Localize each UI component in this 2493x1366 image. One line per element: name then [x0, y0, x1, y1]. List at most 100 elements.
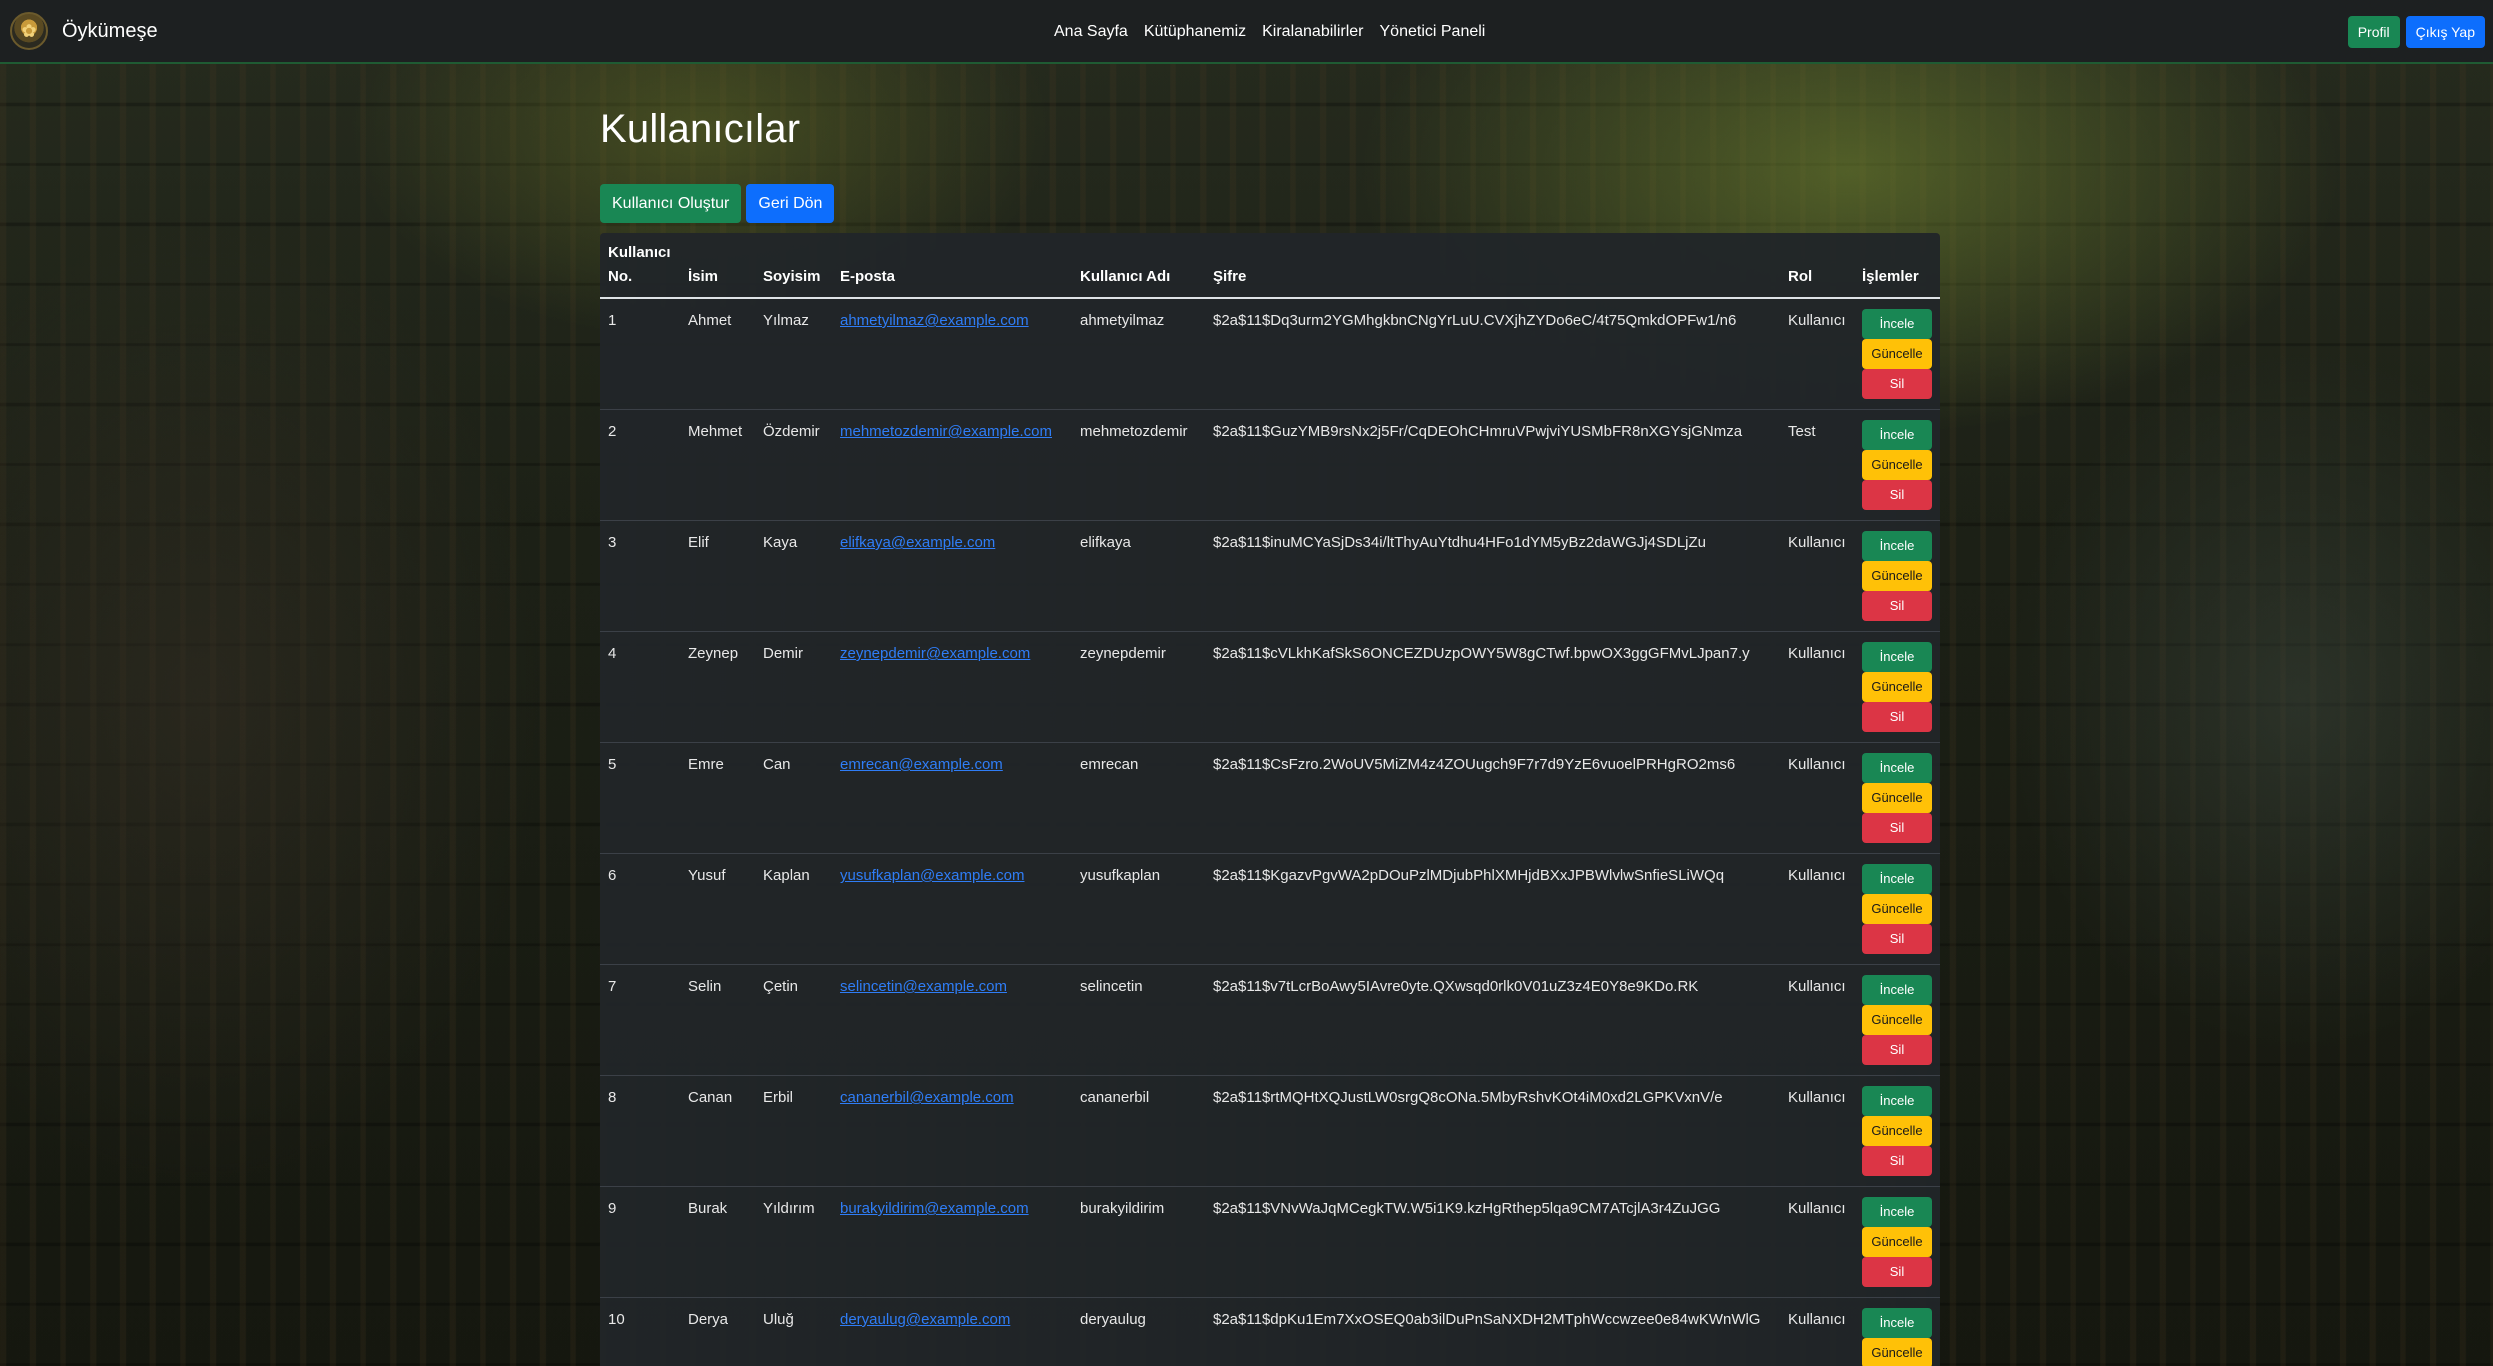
update-button[interactable]: Güncelle [1862, 1005, 1932, 1035]
cell-role: Test [1780, 409, 1854, 521]
cell-user-no: 1 [600, 298, 680, 410]
update-button[interactable]: Güncelle [1862, 450, 1932, 480]
cell-surname: Çetin [755, 964, 832, 1076]
cell-email: selincetin@example.com [832, 964, 1072, 1076]
delete-button[interactable]: Sil [1862, 369, 1932, 399]
cell-password: $2a$11$KgazvPgvWA2pDOuPzlMDjubPhlXMHjdBX… [1205, 853, 1780, 965]
header-username: Kullanıcı Adı [1072, 233, 1205, 299]
email-link[interactable]: burakyildirim@example.com [840, 1200, 1029, 1217]
update-button[interactable]: Güncelle [1862, 1116, 1932, 1146]
cell-surname: Kaplan [755, 853, 832, 965]
delete-button[interactable]: Sil [1862, 813, 1932, 843]
cell-name: Yusuf [680, 853, 755, 965]
delete-button[interactable]: Sil [1862, 702, 1932, 732]
nav-link-admin-panel[interactable]: Yönetici Paneli [1380, 23, 1486, 41]
header-password: Şifre [1205, 233, 1780, 299]
cell-role: Kullanıcı [1780, 1075, 1854, 1187]
cell-role: Kullanıcı [1780, 742, 1854, 854]
cell-name: Derya [680, 1297, 755, 1366]
cell-name: Zeynep [680, 631, 755, 743]
update-button[interactable]: Güncelle [1862, 339, 1932, 369]
update-button[interactable]: Güncelle [1862, 561, 1932, 591]
top-navbar: ✿ Öykümeşe Ana Sayfa Kütüphanemiz Kirala… [0, 0, 2493, 64]
cell-user-no: 7 [600, 964, 680, 1076]
table-row: 2 Mehmet Özdemir mehmetozdemir@example.c… [600, 409, 1940, 521]
email-link[interactable]: ahmetyilmaz@example.com [840, 312, 1029, 329]
email-link[interactable]: selincetin@example.com [840, 978, 1007, 995]
back-button[interactable]: Geri Dön [746, 184, 835, 223]
cell-email: emrecan@example.com [832, 742, 1072, 854]
brand[interactable]: ✿ Öykümeşe [10, 12, 158, 50]
nav-link-library[interactable]: Kütüphanemiz [1144, 23, 1246, 41]
view-button[interactable]: İncele [1862, 864, 1932, 894]
view-button[interactable]: İncele [1862, 309, 1932, 339]
header-name: İsim [680, 233, 755, 299]
email-link[interactable]: emrecan@example.com [840, 756, 1003, 773]
delete-button[interactable]: Sil [1862, 1257, 1932, 1287]
row-operations: İncele Güncelle Sil [1862, 1308, 1932, 1366]
cell-operations: İncele Güncelle Sil [1854, 1186, 1940, 1298]
cell-password: $2a$11$dpKu1Em7XxOSEQ0ab3ilDuPnSaNXDH2MT… [1205, 1297, 1780, 1366]
cell-username: mehmetozdemir [1072, 409, 1205, 521]
view-button[interactable]: İncele [1862, 420, 1932, 450]
cell-name: Burak [680, 1186, 755, 1298]
update-button[interactable]: Güncelle [1862, 894, 1932, 924]
email-link[interactable]: cananerbil@example.com [840, 1089, 1014, 1106]
delete-button[interactable]: Sil [1862, 1146, 1932, 1176]
email-link[interactable]: mehmetozdemir@example.com [840, 423, 1052, 440]
cell-password: $2a$11$GuzYMB9rsNx2j5Fr/CqDEOhCHmruVPwjv… [1205, 409, 1780, 521]
cell-role: Kullanıcı [1780, 520, 1854, 632]
view-button[interactable]: İncele [1862, 642, 1932, 672]
update-button[interactable]: Güncelle [1862, 672, 1932, 702]
table-row: 5 Emre Can emrecan@example.com emrecan $… [600, 742, 1940, 854]
view-button[interactable]: İncele [1862, 1086, 1932, 1116]
cell-name: Mehmet [680, 409, 755, 521]
row-operations: İncele Güncelle Sil [1862, 309, 1932, 399]
table-header: Kullanıcı No. İsim Soyisim E-posta Kulla… [600, 233, 1940, 299]
update-button[interactable]: Güncelle [1862, 783, 1932, 813]
cell-name: Canan [680, 1075, 755, 1187]
table-row: 4 Zeynep Demir zeynepdemir@example.com z… [600, 631, 1940, 743]
cell-user-no: 8 [600, 1075, 680, 1187]
delete-button[interactable]: Sil [1862, 924, 1932, 954]
profile-button[interactable]: Profil [2347, 16, 2400, 48]
cell-username: deryaulug [1072, 1297, 1205, 1366]
cell-operations: İncele Güncelle Sil [1854, 520, 1940, 632]
cell-name: Ahmet [680, 298, 755, 410]
nav-link-rentables[interactable]: Kiralanabilirler [1262, 23, 1363, 41]
view-button[interactable]: İncele [1862, 531, 1932, 561]
cell-username: ahmetyilmaz [1072, 298, 1205, 410]
table-header-row: Kullanıcı No. İsim Soyisim E-posta Kulla… [600, 233, 1940, 299]
view-button[interactable]: İncele [1862, 1308, 1932, 1338]
logout-button[interactable]: Çıkış Yap [2405, 16, 2485, 48]
cell-operations: İncele Güncelle Sil [1854, 1297, 1940, 1366]
cell-name: Elif [680, 520, 755, 632]
delete-button[interactable]: Sil [1862, 480, 1932, 510]
cell-role: Kullanıcı [1780, 964, 1854, 1076]
view-button[interactable]: İncele [1862, 753, 1932, 783]
table-body: 1 Ahmet Yılmaz ahmetyilmaz@example.com a… [600, 298, 1940, 1366]
delete-button[interactable]: Sil [1862, 1035, 1932, 1065]
view-button[interactable]: İncele [1862, 975, 1932, 1005]
cell-surname: Erbil [755, 1075, 832, 1187]
nav-link-home[interactable]: Ana Sayfa [1054, 23, 1128, 41]
email-link[interactable]: deryaulug@example.com [840, 1311, 1010, 1328]
cell-role: Kullanıcı [1780, 853, 1854, 965]
update-button[interactable]: Güncelle [1862, 1338, 1932, 1366]
cell-operations: İncele Güncelle Sil [1854, 298, 1940, 410]
users-table: Kullanıcı No. İsim Soyisim E-posta Kulla… [600, 233, 1940, 1366]
cell-user-no: 2 [600, 409, 680, 521]
table-row: 10 Derya Uluğ deryaulug@example.com dery… [600, 1297, 1940, 1366]
update-button[interactable]: Güncelle [1862, 1227, 1932, 1257]
row-operations: İncele Güncelle Sil [1862, 864, 1932, 954]
email-link[interactable]: elifkaya@example.com [840, 534, 995, 551]
cell-email: cananerbil@example.com [832, 1075, 1072, 1187]
delete-button[interactable]: Sil [1862, 591, 1932, 621]
view-button[interactable]: İncele [1862, 1197, 1932, 1227]
users-table-wrapper: Kullanıcı No. İsim Soyisim E-posta Kulla… [600, 233, 1940, 1366]
cell-username: elifkaya [1072, 520, 1205, 632]
email-link[interactable]: yusufkaplan@example.com [840, 867, 1024, 884]
email-link[interactable]: zeynepdemir@example.com [840, 645, 1030, 662]
cell-operations: İncele Güncelle Sil [1854, 1075, 1940, 1187]
create-user-button[interactable]: Kullanıcı Oluştur [600, 184, 742, 223]
